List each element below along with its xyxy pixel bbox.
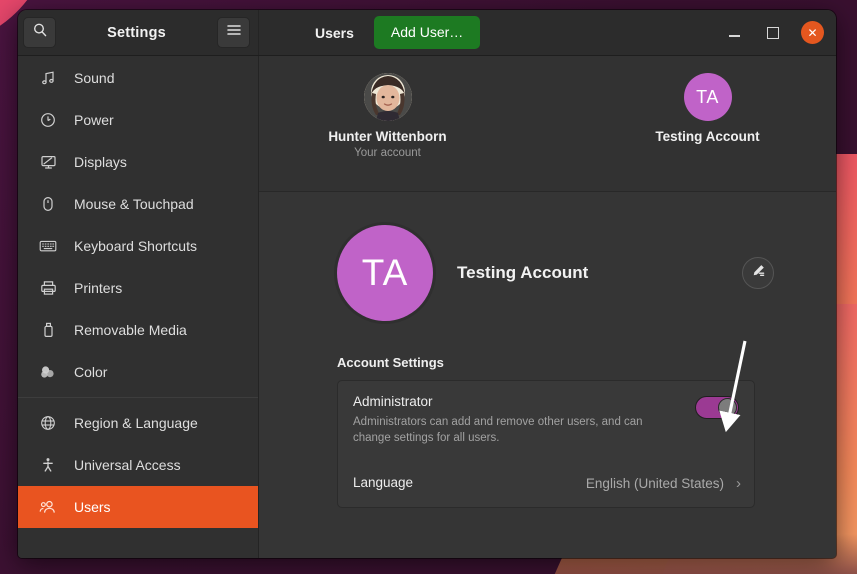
close-button[interactable]: ✕ bbox=[801, 21, 824, 44]
sidebar-item-label: Power bbox=[74, 112, 114, 128]
sidebar-item-displays[interactable]: Displays bbox=[18, 141, 258, 183]
desktop-background: Settings Users Add User… ✕ Sound Power D… bbox=[0, 0, 857, 574]
minimize-button[interactable] bbox=[723, 22, 745, 44]
account-settings-label: Account Settings bbox=[337, 355, 444, 370]
sidebar-item-removable-media[interactable]: Removable Media bbox=[18, 309, 258, 351]
sidebar-item-users[interactable]: Users bbox=[18, 486, 258, 528]
administrator-row: Administrator Administrators can add and… bbox=[338, 381, 754, 460]
keyboard-icon bbox=[37, 237, 59, 255]
edit-pencil-icon bbox=[750, 262, 767, 284]
administrator-toggle[interactable] bbox=[695, 396, 739, 419]
sidebar-item-label: Mouse & Touchpad bbox=[74, 196, 194, 212]
user-name: Hunter Wittenborn bbox=[328, 129, 447, 144]
accessibility-icon bbox=[37, 456, 59, 474]
account-header: TA Testing Account bbox=[337, 225, 836, 321]
sidebar-item-universal-access[interactable]: Universal Access bbox=[18, 444, 258, 486]
globe-icon bbox=[37, 414, 59, 432]
sidebar-item-label: Region & Language bbox=[74, 415, 198, 431]
content-area: Hunter Wittenborn Your account TA Testin… bbox=[259, 56, 836, 558]
administrator-text: Administrator Administrators can add and… bbox=[353, 393, 695, 446]
sidebar-item-label: Color bbox=[74, 364, 108, 380]
sidebar-item-label: Sound bbox=[74, 70, 115, 86]
window-controls: ✕ bbox=[723, 21, 828, 44]
language-label: Language bbox=[353, 475, 414, 491]
sidebar-item-label: Users bbox=[74, 499, 111, 515]
sidebar-item-power[interactable]: Power bbox=[18, 99, 258, 141]
displays-icon bbox=[37, 153, 59, 171]
settings-window: Settings Users Add User… ✕ Sound Power D… bbox=[18, 10, 836, 558]
mouse-icon bbox=[37, 195, 59, 213]
sidebar-item-color[interactable]: Color bbox=[18, 351, 258, 393]
user-tile-hunter-wittenborn[interactable]: Hunter Wittenborn Your account bbox=[308, 73, 468, 159]
sidebar-item-printers[interactable]: Printers bbox=[18, 267, 258, 309]
account-details-pane: TA Testing Account Account Settings Admi… bbox=[259, 192, 836, 558]
search-icon bbox=[32, 22, 48, 43]
account-settings-card: Administrator Administrators can add and… bbox=[337, 380, 755, 509]
users-icon bbox=[37, 498, 59, 516]
titlebar-right-section: Users Add User… ✕ bbox=[259, 10, 836, 55]
add-user-button[interactable]: Add User… bbox=[373, 16, 481, 49]
user-tile-testing-account[interactable]: TA Testing Account bbox=[628, 73, 788, 145]
settings-sidebar[interactable]: Sound Power Displays Mouse & Touchpad Ke… bbox=[18, 56, 259, 558]
user-name: Testing Account bbox=[655, 129, 760, 144]
user-carousel: Hunter Wittenborn Your account TA Testin… bbox=[259, 56, 836, 192]
maximize-button[interactable] bbox=[762, 22, 784, 44]
account-avatar[interactable]: TA bbox=[337, 225, 433, 321]
sidebar-item-label: Printers bbox=[74, 280, 123, 296]
account-name: Testing Account bbox=[457, 263, 589, 282]
removable-media-icon bbox=[37, 321, 59, 339]
menu-button[interactable] bbox=[217, 17, 250, 48]
printer-icon bbox=[37, 279, 59, 297]
sidebar-item-sound[interactable]: Sound bbox=[18, 57, 258, 99]
search-button[interactable] bbox=[23, 17, 56, 48]
user-subtitle: Your account bbox=[354, 147, 421, 160]
language-value: English (United States) bbox=[585, 475, 724, 491]
administrator-description: Administrators can add and remove other … bbox=[353, 416, 643, 444]
edit-account-button[interactable] bbox=[742, 257, 774, 289]
hamburger-menu-icon bbox=[226, 23, 242, 42]
window-titlebar: Settings Users Add User… ✕ bbox=[18, 10, 836, 56]
panel-title: Users bbox=[315, 24, 354, 41]
sound-icon bbox=[37, 69, 59, 87]
sidebar-item-mouse-touchpad[interactable]: Mouse & Touchpad bbox=[18, 183, 258, 225]
close-icon: ✕ bbox=[807, 25, 818, 40]
language-row[interactable]: Language English (United States) › bbox=[338, 460, 754, 507]
administrator-label: Administrator bbox=[353, 394, 433, 409]
user-photo-avatar bbox=[363, 73, 412, 121]
sidebar-item-label: Universal Access bbox=[74, 457, 181, 473]
toggle-knob bbox=[718, 398, 737, 417]
power-icon bbox=[37, 111, 59, 129]
avatar-initials: TA bbox=[696, 86, 719, 107]
avatar: TA bbox=[683, 73, 732, 121]
sidebar-item-keyboard-shortcuts[interactable]: Keyboard Shortcuts bbox=[18, 225, 258, 267]
titlebar-left-section: Settings bbox=[18, 10, 259, 55]
sidebar-separator bbox=[18, 397, 258, 398]
avatar-initials: TA bbox=[361, 252, 409, 293]
sidebar-item-label: Removable Media bbox=[74, 322, 187, 338]
chevron-right-icon: › bbox=[736, 474, 741, 492]
sidebar-item-region-language[interactable]: Region & Language bbox=[18, 402, 258, 444]
color-icon bbox=[37, 363, 59, 381]
sidebar-item-label: Keyboard Shortcuts bbox=[74, 238, 197, 254]
window-body: Sound Power Displays Mouse & Touchpad Ke… bbox=[18, 56, 836, 558]
window-title: Settings bbox=[107, 24, 166, 41]
avatar bbox=[363, 73, 412, 121]
sidebar-item-label: Displays bbox=[74, 154, 127, 170]
